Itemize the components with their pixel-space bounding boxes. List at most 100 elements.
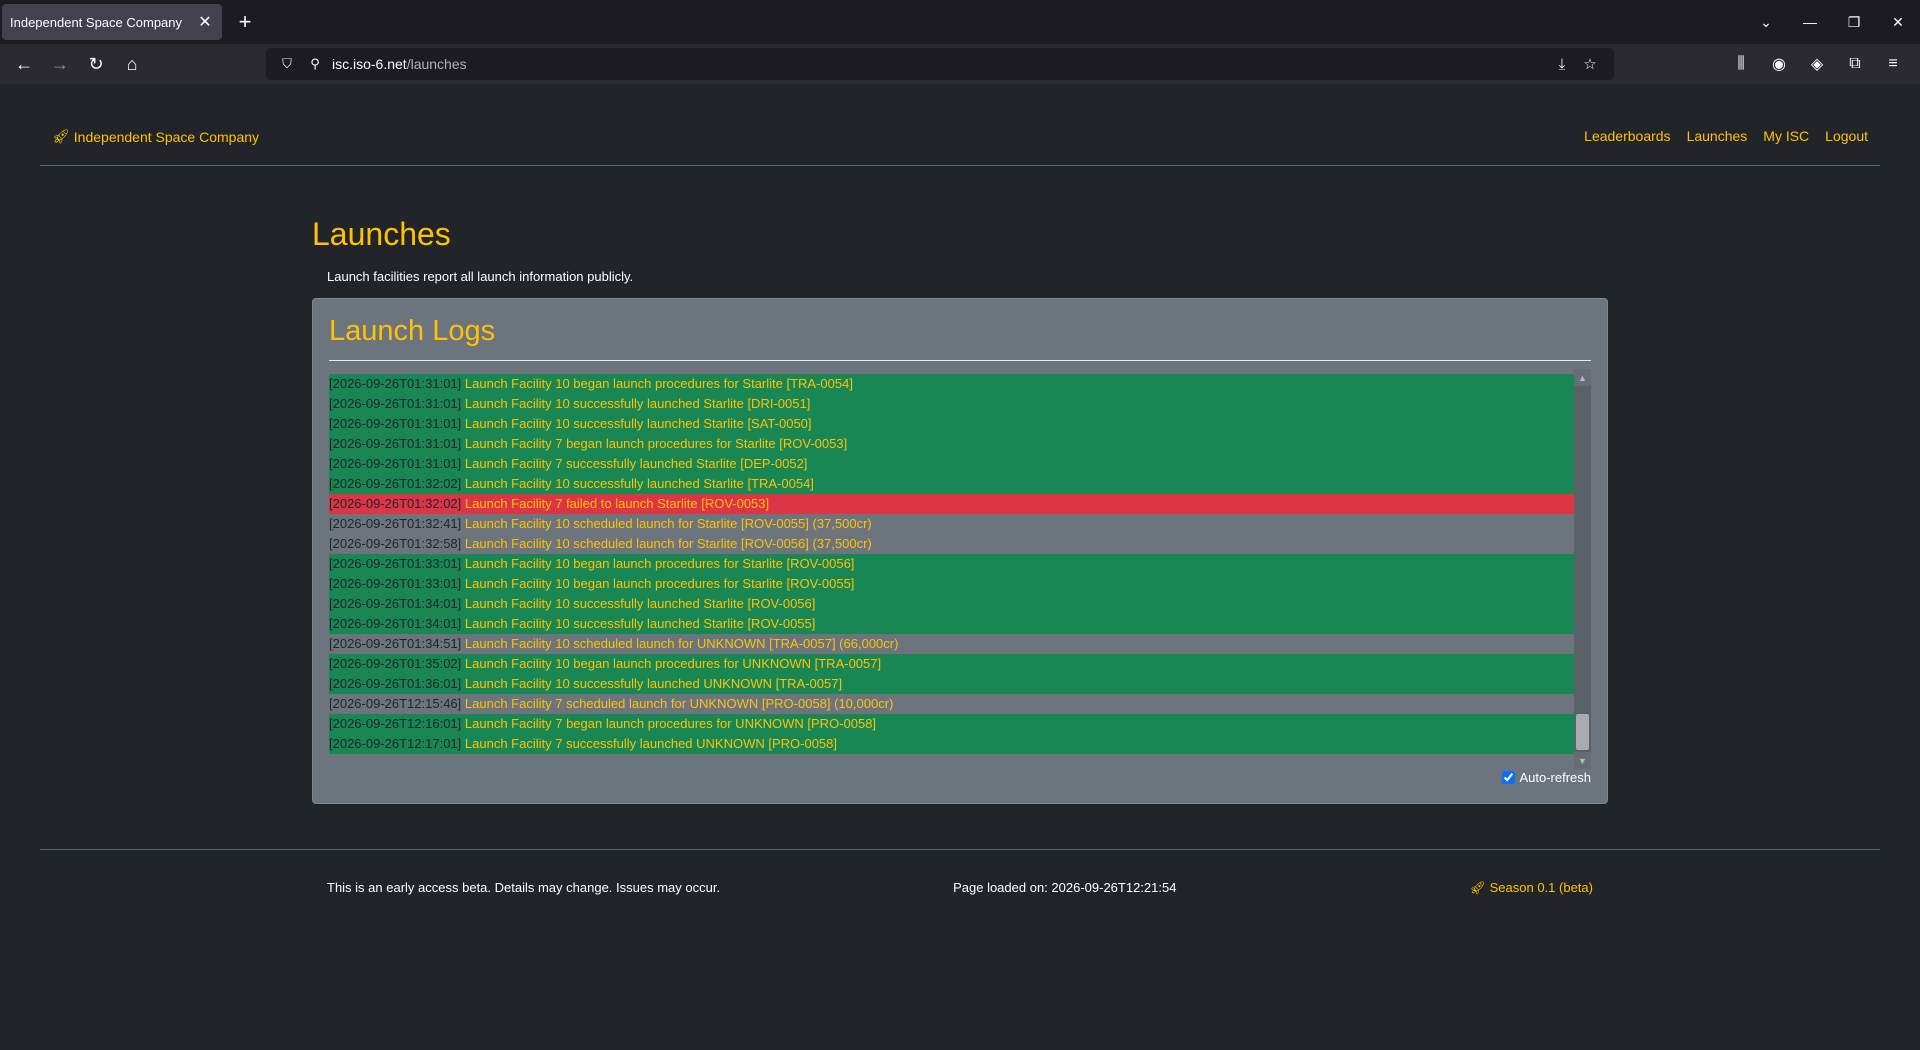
extensions-icon[interactable]: ⧉ [1836, 48, 1874, 80]
new-tab-icon[interactable]: + [234, 9, 256, 34]
log-row: [2026-09-26T01:33:01] Launch Facility 10… [329, 554, 1574, 574]
log-timestamp: [2026-09-26T01:32:02] [329, 476, 462, 491]
restore-icon[interactable]: ❐ [1832, 0, 1876, 44]
log-row: [2026-09-26T01:33:01] Launch Facility 10… [329, 574, 1574, 594]
site-info-icon[interactable]: ⚲ [304, 56, 326, 72]
log-message: Launch Facility 10 began launch procedur… [464, 656, 882, 671]
log-timestamp: [2026-09-26T01:31:01] [329, 436, 462, 451]
log-message: Launch Facility 10 successfully launched… [464, 676, 843, 691]
rocket-icon: 🚀︎ [1469, 880, 1486, 895]
forward-icon[interactable]: → [42, 48, 78, 80]
tab-list-chevron-icon[interactable]: ⌄ [1744, 0, 1788, 44]
main-container: Launches Launch facilities report all la… [312, 216, 1608, 804]
site-footer: This is an early access beta. Details ma… [40, 849, 1880, 895]
log-row: [2026-09-26T01:32:02] Launch Facility 7 … [329, 494, 1574, 514]
nav-leaderboards[interactable]: Leaderboards [1584, 128, 1670, 144]
log-timestamp: [2026-09-26T01:33:01] [329, 556, 462, 571]
log-row: [2026-09-26T01:34:01] Launch Facility 10… [329, 594, 1574, 614]
autorefresh-toggle[interactable]: Auto-refresh [1502, 770, 1591, 785]
site-header: 🚀︎ Independent Space Company Leaderboard… [40, 128, 1880, 166]
brand-name: Independent Space Company [73, 128, 260, 145]
season-label: Season 0.1 (beta) [1489, 880, 1593, 895]
account-icon[interactable]: ◉ [1760, 48, 1798, 80]
autorefresh-checkbox[interactable] [1502, 771, 1516, 784]
address-bar[interactable]: ⛉ ⚲ isc.iso-6.net/launches ⤓ ☆ [266, 48, 1614, 80]
log-timestamp: [2026-09-26T01:34:01] [329, 616, 462, 631]
log-row: [2026-09-26T12:16:01] Launch Facility 7 … [329, 714, 1574, 734]
log-timestamp: [2026-09-26T01:34:01] [329, 596, 462, 611]
close-window-icon[interactable]: ✕ [1876, 0, 1920, 44]
shield-icon[interactable]: ⛉ [276, 56, 298, 72]
scroll-up-icon[interactable]: ▲ [1574, 369, 1591, 386]
log-message: Launch Facility 7 began launch procedure… [464, 436, 848, 451]
page: 🚀︎ Independent Space Company Leaderboard… [0, 84, 1920, 1050]
footer-content: This is an early access beta. Details ma… [312, 880, 1608, 896]
log-scrollbar[interactable]: ▲ ▼ [1574, 369, 1591, 769]
log-row: [2026-09-26T12:17:01] Launch Facility 7 … [329, 734, 1574, 754]
toolbar-right: ⫼ ◉ ◈ ⧉ ≡ [1722, 48, 1912, 80]
log-message: Launch Facility 10 scheduled launch for … [464, 636, 899, 651]
close-tab-icon[interactable]: ✕ [196, 13, 214, 31]
nav-my-isc[interactable]: My ISC [1763, 128, 1809, 144]
log-timestamp: [2026-09-26T01:31:01] [329, 376, 462, 391]
log-message: Launch Facility 10 began launch procedur… [464, 576, 855, 591]
log-message: Launch Facility 10 began launch procedur… [464, 376, 853, 391]
library-icon[interactable]: ⫼ [1722, 48, 1760, 80]
nav-logout[interactable]: Logout [1825, 128, 1868, 144]
url-text[interactable]: isc.iso-6.net/launches [332, 56, 1548, 72]
extension-avatar-icon[interactable]: ◈ [1798, 48, 1836, 80]
log-timestamp: [2026-09-26T01:32:58] [329, 536, 462, 551]
log-timestamp: [2026-09-26T01:31:01] [329, 456, 462, 471]
url-path: /launches [406, 56, 467, 72]
page-loaded-time: Page loaded on: 2026-09-26T12:21:54 [953, 880, 1177, 895]
scroll-thumb[interactable] [1576, 714, 1589, 750]
browser-tab[interactable]: Independent Space Company ✕ [2, 4, 222, 40]
log-message: Launch Facility 10 scheduled launch for … [464, 536, 872, 551]
log-timestamp: [2026-09-26T12:16:01] [329, 716, 462, 731]
log-timestamp: [2026-09-26T01:32:41] [329, 516, 462, 531]
home-icon[interactable]: ⌂ [114, 48, 150, 80]
log-message: Launch Facility 7 successfully launched … [464, 736, 837, 751]
log-message: Launch Facility 10 began launch procedur… [464, 556, 855, 571]
log-message: Launch Facility 10 successfully launched… [464, 596, 816, 611]
log-row: [2026-09-26T01:31:01] Launch Facility 10… [329, 414, 1574, 434]
scroll-down-icon[interactable]: ▼ [1574, 752, 1591, 769]
download-page-icon[interactable]: ⤓ [1548, 56, 1576, 73]
minimize-icon[interactable]: — [1788, 0, 1832, 44]
log-message: Launch Facility 10 successfully launched… [464, 396, 811, 411]
url-host: isc.iso-6.net [332, 56, 407, 72]
site-nav: Leaderboards Launches My ISC Logout [1584, 128, 1868, 144]
divider [329, 360, 1591, 361]
window-controls: ⌄ — ❐ ✕ [1744, 0, 1920, 44]
reload-icon[interactable]: ↻ [78, 48, 114, 80]
browser-nav-bar: ← → ↻ ⌂ ⛉ ⚲ isc.iso-6.net/launches ⤓ ☆ ⫼… [0, 44, 1920, 84]
log-row: [2026-09-26T01:32:58] Launch Facility 10… [329, 534, 1574, 554]
browser-tab-bar: Independent Space Company ✕ + ⌄ — ❐ ✕ [0, 0, 1920, 44]
log-timestamp: [2026-09-26T01:32:02] [329, 496, 462, 511]
log-list: [2026-09-26T01:31:01] Launch Facility 10… [329, 369, 1574, 754]
nav-launches[interactable]: Launches [1687, 128, 1748, 144]
bookmark-star-icon[interactable]: ☆ [1576, 55, 1604, 73]
log-row: [2026-09-26T01:31:01] Launch Facility 10… [329, 394, 1574, 414]
log-timestamp: [2026-09-26T01:36:01] [329, 676, 462, 691]
log-row: [2026-09-26T01:31:01] Launch Facility 10… [329, 374, 1574, 394]
season-link[interactable]: 🚀︎ Season 0.1 (beta) [1469, 880, 1593, 896]
page-title: Launches [312, 216, 451, 252]
log-timestamp: [2026-09-26T01:35:02] [329, 656, 462, 671]
menu-icon[interactable]: ≡ [1874, 48, 1912, 80]
log-timestamp: [2026-09-26T01:34:51] [329, 636, 462, 651]
tab-title: Independent Space Company [10, 14, 183, 30]
log-row: [2026-09-26T01:32:41] Launch Facility 10… [329, 514, 1574, 534]
log-timestamp: [2026-09-26T12:17:01] [329, 736, 462, 751]
log-timestamp: [2026-09-26T01:31:01] [329, 396, 462, 411]
launch-logs-card: Launch Logs [2026-09-26T01:31:01] Launch… [312, 298, 1608, 804]
log-scroll-area[interactable]: [2026-09-26T01:31:01] Launch Facility 10… [329, 369, 1591, 769]
brand-link[interactable]: 🚀︎ Independent Space Company [52, 128, 259, 145]
log-timestamp: [2026-09-26T01:31:01] [329, 416, 462, 431]
log-message: Launch Facility 7 scheduled launch for U… [464, 696, 894, 711]
log-message: Launch Facility 7 failed to launch Starl… [464, 496, 770, 511]
back-icon[interactable]: ← [6, 48, 42, 80]
card-title: Launch Logs [329, 315, 496, 347]
log-row: [2026-09-26T12:15:46] Launch Facility 7 … [329, 694, 1574, 714]
log-message: Launch Facility 7 successfully launched … [464, 456, 808, 471]
